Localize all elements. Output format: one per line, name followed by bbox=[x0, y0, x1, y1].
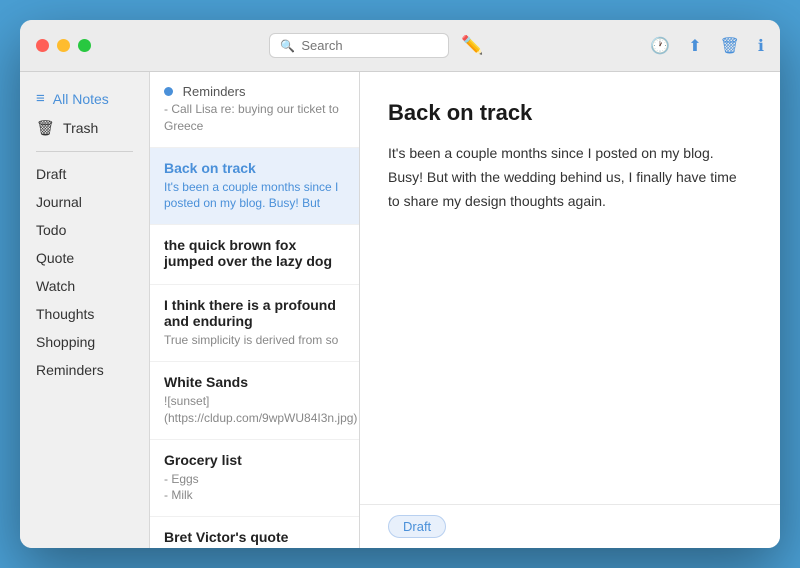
note-title: the quick brown fox jumped over the lazy… bbox=[164, 237, 345, 269]
folder-label: Shopping bbox=[36, 334, 95, 350]
delete-icon[interactable]: 🗑 bbox=[720, 36, 740, 56]
note-preview: - Call Lisa re: buying our ticket to Gre… bbox=[164, 101, 345, 135]
folder-label: Reminders bbox=[36, 362, 104, 378]
maximize-button[interactable] bbox=[78, 39, 91, 52]
note-item-white-sands[interactable]: White Sands ![sunset](https://cldup.com/… bbox=[150, 362, 359, 440]
note-title: Grocery list bbox=[164, 452, 345, 468]
detail-pane: Back on track It's been a couple months … bbox=[360, 72, 780, 548]
note-title: Bret Victor's quote collection bbox=[164, 529, 345, 548]
search-box[interactable]: 🔍 bbox=[269, 33, 449, 58]
detail-body[interactable]: It's been a couple months since I posted… bbox=[388, 142, 752, 213]
folder-label: Quote bbox=[36, 250, 74, 266]
traffic-lights bbox=[36, 39, 91, 52]
info-icon[interactable]: ℹ bbox=[758, 36, 764, 56]
note-item-grocery[interactable]: Grocery list - Eggs- Milk bbox=[150, 440, 359, 518]
note-item-profound[interactable]: I think there is a profound and enduring… bbox=[150, 285, 359, 362]
minimize-button[interactable] bbox=[57, 39, 70, 52]
sidebar-divider bbox=[36, 151, 133, 152]
folder-label: Thoughts bbox=[36, 306, 94, 322]
note-item-bret-victor[interactable]: Bret Victor's quote collection Alan Moor… bbox=[150, 517, 359, 548]
folder-label: Draft bbox=[36, 166, 66, 182]
trash-icon: 🗑 bbox=[36, 119, 55, 137]
note-preview: ![sunset](https://cldup.com/9wpWU84I3n.j… bbox=[164, 393, 345, 427]
compose-icon[interactable]: ✏️ bbox=[461, 35, 483, 56]
note-preview: True simplicity is derived from so bbox=[164, 332, 345, 349]
note-item-quick-brown-fox[interactable]: the quick brown fox jumped over the lazy… bbox=[150, 225, 359, 285]
titlebar-center: 🔍 ✏️ bbox=[103, 33, 650, 58]
folder-label: Journal bbox=[36, 194, 82, 210]
sidebar-item-todo[interactable]: Todo bbox=[20, 216, 149, 244]
note-item-back-on-track[interactable]: Back on track It's been a couple months … bbox=[150, 148, 359, 226]
sidebar-item-all-notes[interactable]: ≡ All Notes bbox=[20, 84, 149, 113]
sidebar-item-label: All Notes bbox=[53, 91, 109, 107]
note-title: I think there is a profound and enduring bbox=[164, 297, 345, 329]
sidebar-item-quote[interactable]: Quote bbox=[20, 244, 149, 272]
sidebar: ≡ All Notes 🗑 Trash Draft Journal Todo Q… bbox=[20, 72, 150, 548]
detail-title: Back on track bbox=[388, 100, 752, 126]
sidebar-item-shopping[interactable]: Shopping bbox=[20, 328, 149, 356]
note-preview: It's been a couple months since I posted… bbox=[164, 179, 345, 213]
note-title: Reminders bbox=[164, 84, 345, 99]
titlebar: 🔍 ✏️ 🕐 ⬆ 🗑 ℹ bbox=[20, 20, 780, 72]
search-icon: 🔍 bbox=[280, 39, 295, 53]
sidebar-item-draft[interactable]: Draft bbox=[20, 160, 149, 188]
sidebar-item-label: Trash bbox=[63, 120, 98, 136]
folder-label: Todo bbox=[36, 222, 66, 238]
tag-badge[interactable]: Draft bbox=[388, 515, 446, 538]
sidebar-item-trash[interactable]: 🗑 Trash bbox=[20, 113, 149, 143]
note-item-reminders[interactable]: Reminders - Call Lisa re: buying our tic… bbox=[150, 72, 359, 148]
folder-label: Watch bbox=[36, 278, 75, 294]
search-input[interactable] bbox=[301, 38, 438, 53]
sidebar-item-watch[interactable]: Watch bbox=[20, 272, 149, 300]
share-icon[interactable]: ⬆ bbox=[688, 36, 701, 56]
toolbar-actions: 🕐 ⬆ 🗑 ℹ bbox=[650, 36, 764, 56]
detail-footer: Draft bbox=[360, 504, 780, 548]
sidebar-item-reminders[interactable]: Reminders bbox=[20, 356, 149, 384]
main-content: ≡ All Notes 🗑 Trash Draft Journal Todo Q… bbox=[20, 72, 780, 548]
app-window: 🔍 ✏️ 🕐 ⬆ 🗑 ℹ ≡ All Notes 🗑 Trash bbox=[20, 20, 780, 548]
note-preview: - Eggs- Milk bbox=[164, 471, 345, 505]
close-button[interactable] bbox=[36, 39, 49, 52]
note-title: White Sands bbox=[164, 374, 345, 390]
all-notes-icon: ≡ bbox=[36, 90, 45, 107]
sidebar-item-journal[interactable]: Journal bbox=[20, 188, 149, 216]
history-icon[interactable]: 🕐 bbox=[650, 36, 670, 56]
notes-list: Reminders - Call Lisa re: buying our tic… bbox=[150, 72, 360, 548]
note-title: Back on track bbox=[164, 160, 345, 176]
sidebar-item-thoughts[interactable]: Thoughts bbox=[20, 300, 149, 328]
reminders-dot bbox=[164, 87, 173, 96]
detail-content: Back on track It's been a couple months … bbox=[360, 72, 780, 504]
